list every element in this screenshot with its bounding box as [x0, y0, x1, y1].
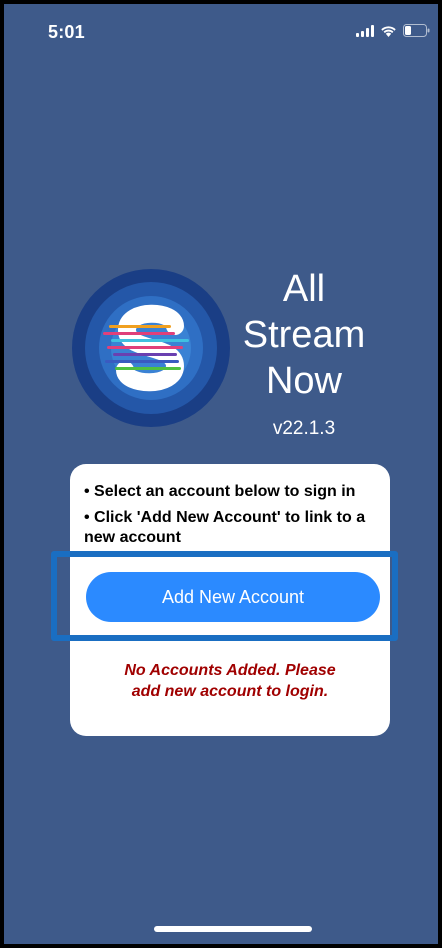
status-icons — [356, 24, 430, 37]
app-logo — [71, 268, 231, 428]
status-bar: 5:01 — [4, 4, 438, 60]
app-title-line1: All — [282, 268, 326, 310]
battery-icon — [403, 24, 430, 37]
app-screen: 5:01 All Stream Now v22.1.3 • Select an … — [4, 4, 438, 944]
app-title-line2: Stream — [242, 314, 366, 356]
app-title-line3: Now — [265, 360, 343, 402]
instruction-add: • Click 'Add New Account' to link to a n… — [84, 509, 366, 546]
app-version: v22.1.3 — [272, 418, 336, 439]
no-accounts-line1: No Accounts Added. Please — [124, 662, 336, 679]
app-title: All Stream Now — [240, 266, 368, 404]
signal-icon — [356, 24, 374, 37]
home-indicator[interactable] — [154, 926, 312, 932]
status-time: 5:01 — [48, 22, 85, 42]
instruction-select: • Select an account below to sign in — [84, 483, 356, 500]
add-new-account-button[interactable]: Add New Account — [86, 572, 380, 622]
no-accounts-message: No Accounts Added. Please add new accoun… — [82, 660, 378, 702]
no-accounts-line2: add new account to login. — [131, 683, 329, 700]
wifi-icon — [380, 25, 397, 37]
